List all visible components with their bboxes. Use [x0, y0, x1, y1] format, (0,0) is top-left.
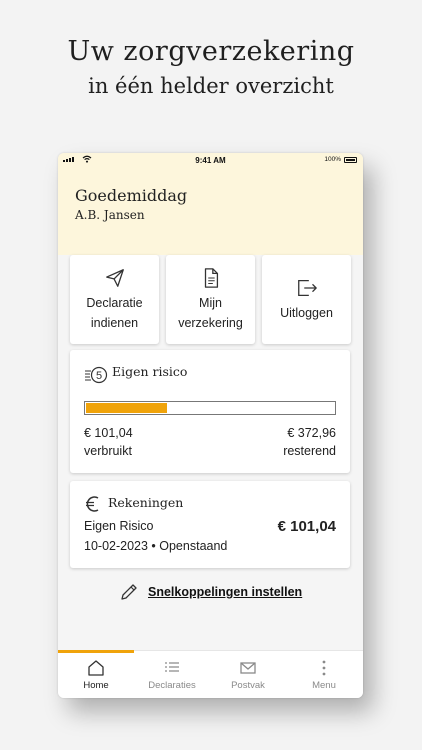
- eigen-risico-progress-bar: [84, 401, 336, 415]
- bill-name: Eigen Risico: [84, 519, 154, 533]
- tab-menu[interactable]: Menu: [286, 651, 362, 698]
- status-time: 9:41 AM: [195, 156, 226, 165]
- euro-icon: [86, 496, 99, 512]
- tab-postvak[interactable]: Postvak: [210, 651, 286, 698]
- greeting-text: Goedemiddag: [75, 186, 188, 205]
- mail-icon: [240, 662, 256, 674]
- rekeningen-title: Rekeningen: [108, 495, 184, 510]
- bill-amount: € 101,04: [277, 518, 336, 535]
- active-tab-indicator: [58, 650, 134, 653]
- uitloggen-button[interactable]: Uitloggen: [262, 255, 351, 344]
- user-name: A.B. Jansen: [75, 208, 145, 222]
- promo-title: Uw zorgverzekering: [67, 36, 355, 67]
- declaratie-indienen-button[interactable]: Declaratie indienen: [70, 255, 159, 344]
- home-icon: [88, 660, 104, 676]
- tab-label: Menu: [312, 680, 336, 691]
- send-icon: [105, 268, 124, 287]
- snelkoppelingen-label: Snelkoppelingen instellen: [148, 585, 303, 599]
- battery-percentage: 100%: [324, 156, 341, 163]
- used-amount: € 101,04: [84, 426, 133, 440]
- bottom-tab-bar: Home Declaraties Postvak Menu: [58, 650, 363, 698]
- bill-meta: 10-02-2023 • Openstaand: [84, 539, 228, 553]
- document-icon: [204, 267, 218, 288]
- remaining-amount: € 372,96: [287, 426, 336, 440]
- used-label: verbruikt: [84, 444, 132, 458]
- tile-label-line1: Uitloggen: [280, 305, 333, 320]
- rekeningen-card[interactable]: Rekeningen Eigen Risico 10-02-2023 • Ope…: [70, 481, 350, 568]
- battery-icon: [344, 157, 357, 163]
- eigen-risico-title: Eigen risico: [112, 364, 188, 379]
- tab-declaraties[interactable]: Declaraties: [134, 651, 210, 698]
- mijn-verzekering-button[interactable]: Mijn verzekering: [166, 255, 255, 344]
- tab-home[interactable]: Home: [58, 650, 134, 698]
- status-bar: 9:41 AM 100%: [58, 153, 363, 167]
- coins-5-icon: 5: [85, 366, 108, 384]
- tab-label: Declaraties: [148, 680, 196, 691]
- phone-screen: 9:41 AM 100% Goedemiddag A.B. Jansen Dec…: [58, 153, 363, 698]
- list-icon: [165, 662, 179, 672]
- snelkoppelingen-link[interactable]: Snelkoppelingen instellen: [120, 583, 302, 601]
- logout-icon: [297, 279, 317, 296]
- progress-fill: [86, 403, 167, 413]
- more-vertical-icon: [322, 660, 326, 676]
- svg-text:5: 5: [96, 370, 102, 382]
- pencil-icon: [121, 584, 137, 600]
- eigen-risico-card[interactable]: 5 Eigen risico € 101,04 verbruikt € 372,…: [70, 350, 350, 473]
- tile-label-line1: Mijn: [199, 295, 222, 310]
- tile-label-line2: verzekering: [178, 315, 243, 330]
- tile-label-line2: indienen: [90, 315, 139, 330]
- tile-label-line1: Declaratie: [86, 295, 143, 310]
- tab-label: Postvak: [231, 680, 265, 691]
- remaining-label: resterend: [283, 444, 336, 458]
- tab-label: Home: [83, 680, 109, 691]
- promo-subtitle: in één helder overzicht: [88, 74, 334, 98]
